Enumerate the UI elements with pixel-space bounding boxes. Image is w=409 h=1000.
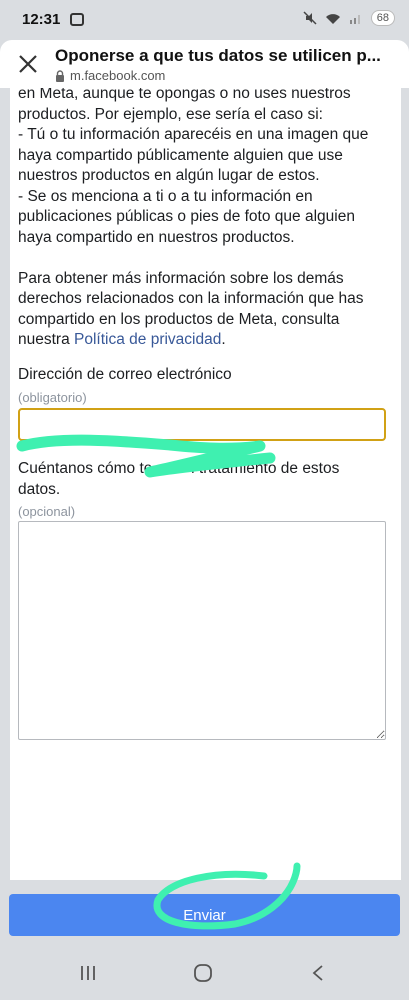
system-nav-bar [0, 945, 409, 1000]
back-icon [312, 965, 323, 981]
text-line: nuestra Política de privacidad. [18, 330, 388, 351]
status-time: 12:31 [22, 11, 61, 28]
signal-icon [349, 15, 360, 24]
browser-header: Oponerse a que tus datos se utilicen p..… [0, 40, 409, 88]
reason-label-line: Cuéntanos cómo te l tratamiento de estos [18, 460, 340, 477]
text-line: derechos relacionados con la información… [18, 290, 364, 307]
screen-record-icon [70, 13, 84, 26]
back-button[interactable] [298, 959, 338, 987]
close-button[interactable] [12, 48, 44, 80]
text-line: compartido en los productos de Meta, con… [18, 310, 340, 328]
recents-icon [81, 966, 95, 980]
reason-label: Cuéntanos cómo te l tratamiento de estos… [18, 459, 388, 500]
text-line: Para obtener más información sobre los d… [18, 269, 344, 287]
form-card: en Meta, aunque te opongas o no uses nue… [10, 88, 401, 880]
text-line: haya compartido en nuestros productos. [18, 228, 295, 246]
email-field[interactable] [18, 408, 386, 441]
url-row: m.facebook.com [55, 68, 165, 83]
lock-icon [56, 69, 64, 82]
reason-label-line: datos. [18, 480, 61, 498]
home-button[interactable] [183, 959, 223, 987]
battery-indicator: 68 [370, 10, 395, 26]
submit-button[interactable]: Enviar [9, 894, 400, 936]
status-bar: 12:31 68 [0, 0, 409, 40]
text-line: en Meta, aunque te opongas o no uses nue… [18, 88, 351, 102]
description-text: en Meta, aunque te opongas o no uses nue… [18, 88, 388, 351]
privacy-suffix: . [221, 331, 226, 348]
email-required-hint: (obligatorio) [18, 390, 87, 405]
text-line: - Tú o tu información aparecéis en una i… [18, 126, 369, 143]
home-icon [194, 964, 212, 982]
text-line: publicaciones públicas o pies de foto qu… [18, 208, 355, 225]
privacy-prefix: nuestra [18, 331, 70, 348]
reason-optional-hint: (opcional) [18, 504, 76, 519]
reason-textarea[interactable] [18, 521, 386, 740]
text-line: - Se os menciona a ti o a tu información… [18, 187, 313, 205]
page-url: m.facebook.com [70, 68, 166, 83]
text-line: nuestros productos en algún lugar de est… [18, 167, 320, 184]
privacy-policy-link[interactable]: Política de privacidad [74, 331, 221, 348]
close-icon [19, 55, 37, 73]
wifi-icon [325, 13, 340, 24]
recents-button[interactable] [68, 959, 108, 987]
email-label: Dirección de correo electrónico [18, 366, 232, 383]
submit-label: Enviar [183, 906, 226, 924]
text-line: productos. Por ejemplo, ese sería el cas… [18, 105, 323, 123]
text-line: haya compartido públicamente alguien que… [18, 146, 343, 164]
mute-icon [303, 11, 317, 25]
page-title: Oponerse a que tus datos se utilicen p..… [55, 46, 381, 65]
status-icons: 68 [303, 10, 395, 26]
